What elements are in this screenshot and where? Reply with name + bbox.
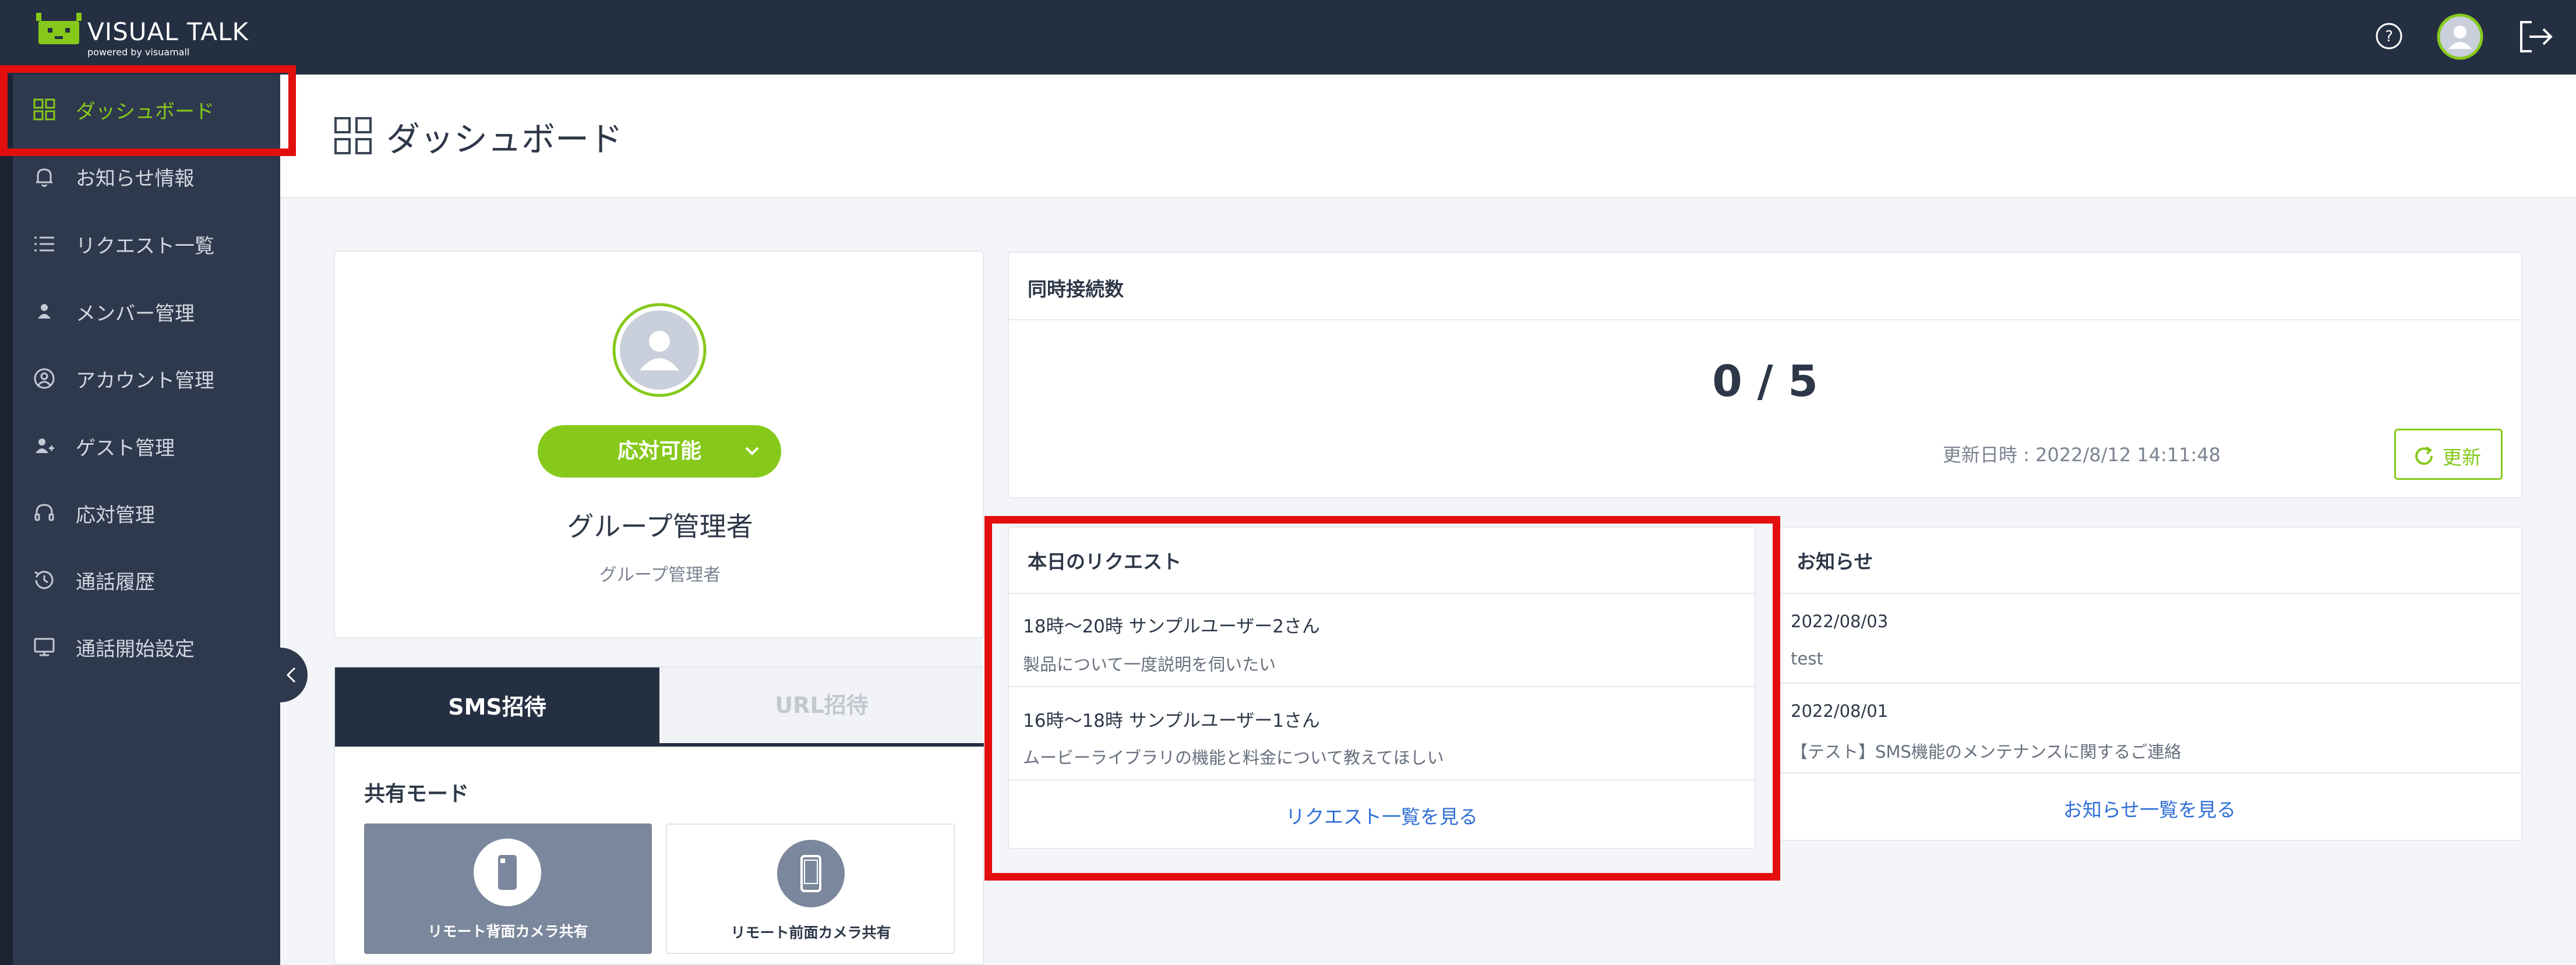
help-icon[interactable]: ?: [2374, 21, 2404, 51]
sidebar-item-news[interactable]: お知らせ情報: [13, 143, 280, 210]
requests-title: 本日のリクエスト: [1028, 550, 1181, 573]
sidebar-item-requests[interactable]: リクエスト一覧: [13, 210, 280, 278]
today-requests-card: 本日のリクエスト 18時〜20時 サンプルユーザー2さん 製品について一度説明を…: [1008, 526, 1756, 849]
profile-card: 応対可能 グループ管理者 グループ管理者: [334, 250, 984, 638]
sidebar-item-history[interactable]: 通話履歴: [13, 546, 280, 614]
guest-icon: [30, 432, 58, 460]
sidebar-collapse-button[interactable]: [276, 648, 308, 702]
sidebar-item-account[interactable]: アカウント管理: [13, 345, 280, 412]
account-circle-icon: [30, 365, 58, 393]
request-message: ムービーライブラリの機能と料金について教えてほしい: [1023, 748, 1444, 768]
list-item[interactable]: 2022/08/03 test: [1778, 594, 2521, 683]
sidebar-item-dashboard[interactable]: ダッシュボード: [13, 76, 280, 143]
tab-label: SMS招待: [448, 694, 546, 720]
mode-label: リモート背面カメラ共有: [428, 923, 588, 940]
sidebar-item-call-settings[interactable]: 通話開始設定: [13, 613, 280, 681]
list-item[interactable]: 18時〜20時 サンプルユーザー2さん 製品について一度説明を伺いたい: [1009, 594, 1755, 686]
sidebar-item-members[interactable]: メンバー管理: [13, 278, 280, 345]
share-mode-label: 共有モード: [364, 782, 470, 806]
profile-role: グループ管理者: [599, 565, 721, 585]
page-header: ダッシュボード: [280, 75, 2576, 198]
tab-underline: [659, 743, 984, 747]
tab-label: URL招待: [775, 692, 869, 718]
sidebar-item-label: ゲスト管理: [76, 436, 175, 460]
news-title: お知らせ: [1797, 550, 1873, 573]
sidebar-item-support[interactable]: 応対管理: [13, 479, 280, 547]
invite-card: SMS招待 URL招待 共有モード リモート背面カメラ共有 リモート前面カメラ共…: [334, 666, 984, 965]
news-text: test: [1791, 649, 1823, 669]
avatar[interactable]: [2436, 13, 2484, 61]
mode-front-camera-button[interactable]: リモート前面カメラ共有: [666, 823, 955, 954]
grid-icon: [30, 96, 58, 123]
sidebar-item-label: 通話履歴: [76, 570, 155, 594]
updated-time: 更新日時 : 2022/8/12 14:11:48: [1942, 444, 2221, 466]
list-icon: [30, 230, 58, 258]
logo-title: VISUAL TALK: [87, 17, 249, 46]
news-date: 2022/08/01: [1791, 701, 1889, 721]
sidebar-item-label: アカウント管理: [76, 369, 214, 393]
page-title: ダッシュボード: [386, 119, 623, 159]
request-time-user: 18時〜20時 サンプルユーザー2さん: [1023, 616, 1320, 637]
sidebar-item-guests[interactable]: ゲスト管理: [13, 412, 280, 480]
headset-icon: [30, 499, 58, 527]
connections-value: 0 / 5: [1712, 356, 1818, 406]
avatar: [611, 302, 708, 398]
logout-icon[interactable]: [2517, 17, 2555, 56]
chevron-left-icon: [286, 667, 296, 683]
sidebar-item-label: ダッシュボード: [76, 100, 214, 123]
logo-subtitle: powered by visuamall: [87, 47, 190, 58]
tab-url-invite[interactable]: URL招待: [659, 667, 984, 743]
news-date: 2022/08/03: [1791, 611, 1889, 631]
divider: [1009, 319, 2521, 320]
app-logo[interactable]: VISUAL TALK powered by visuamall: [36, 8, 257, 64]
robot-logo-icon: [36, 13, 82, 44]
top-bar: VISUAL TALK powered by visuamall ?: [0, 0, 2576, 75]
left-edge: [0, 75, 13, 965]
refresh-icon: [2415, 446, 2433, 465]
request-message: 製品について一度説明を伺いたい: [1023, 655, 1276, 674]
phone-front-icon: [777, 840, 845, 907]
sidebar-item-label: リクエスト一覧: [76, 234, 214, 258]
sidebar-item-label: メンバー管理: [76, 302, 195, 326]
news-card: お知らせ 2022/08/03 test 2022/08/01 【テスト】SMS…: [1777, 526, 2522, 841]
sidebar-item-label: 応対管理: [76, 503, 155, 527]
phone-rear-icon: [474, 839, 541, 906]
profile-name: グループ管理者: [567, 511, 753, 542]
grid-icon: [334, 117, 372, 154]
divider: [1009, 779, 1755, 780]
mode-label: リモート前面カメラ共有: [731, 924, 891, 941]
tab-sms-invite[interactable]: SMS招待: [335, 667, 659, 747]
news-text: 【テスト】SMS機能のメンテナンスに関するご連絡: [1791, 742, 2182, 762]
sidebar-item-label: お知らせ情報: [76, 167, 195, 190]
connections-title: 同時接続数: [1028, 278, 1124, 301]
list-item[interactable]: 16時〜18時 サンプルユーザー1さん ムービーライブラリの機能と料金について教…: [1009, 687, 1755, 779]
news-list-link[interactable]: お知らせ一覧を見る: [1778, 794, 2521, 822]
refresh-button[interactable]: 更新: [2394, 429, 2503, 480]
mode-rear-camera-button[interactable]: リモート背面カメラ共有: [364, 823, 652, 954]
refresh-label: 更新: [2443, 446, 2481, 469]
status-dropdown[interactable]: 応対可能: [538, 425, 781, 478]
chevron-down-icon: [745, 447, 759, 455]
history-icon: [30, 566, 58, 594]
monitor-icon: [30, 633, 58, 661]
person-icon: [30, 298, 58, 326]
sidebar-item-label: 通話開始設定: [76, 637, 195, 661]
divider: [1778, 772, 2521, 773]
request-time-user: 16時〜18時 サンプルユーザー1さん: [1023, 711, 1320, 731]
bell-icon: [30, 162, 58, 190]
connections-card: 同時接続数 0 / 5 更新日時 : 2022/8/12 14:11:48 更新: [1008, 252, 2522, 499]
svg-text:?: ?: [2385, 28, 2393, 45]
requests-list-link[interactable]: リクエスト一覧を見る: [1009, 801, 1755, 829]
list-item[interactable]: 2022/08/01 【テスト】SMS機能のメンテナンスに関するご連絡: [1778, 684, 2521, 772]
